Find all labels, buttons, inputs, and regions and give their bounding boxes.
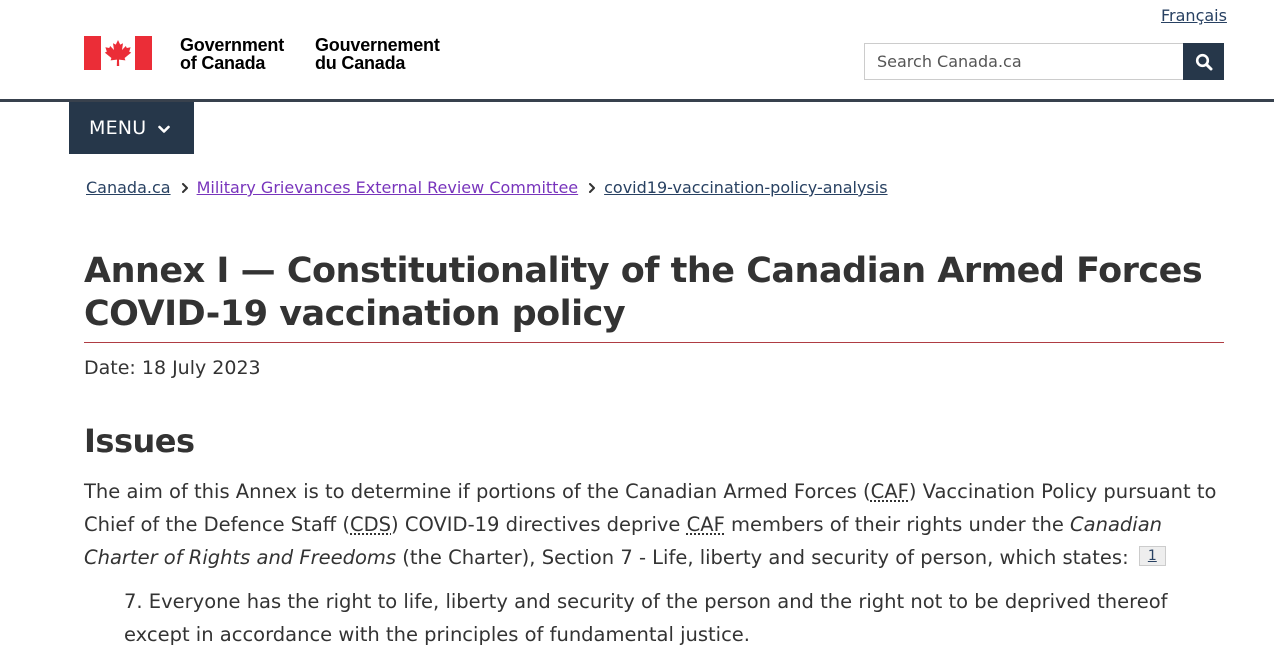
government-of-canada-signature[interactable]: Government of Canada Gouvernement du Can… [84, 36, 440, 72]
signature-en-line1: Government [180, 35, 285, 55]
charter-quote: 7. Everyone has the right to life, liber… [124, 590, 1168, 646]
breadcrumb-mgerc[interactable]: Military Grievances External Review Comm… [197, 178, 579, 197]
search-button[interactable] [1183, 43, 1224, 80]
breadcrumb-canada-ca[interactable]: Canada.ca [86, 178, 171, 197]
footnote-link[interactable]: 1 [1138, 546, 1166, 566]
abbreviation-caf: CAF [870, 480, 909, 503]
paragraph-text: The aim of this Annex is to determine if… [84, 480, 871, 503]
search-form [864, 43, 1224, 80]
language-toggle-link[interactable]: Français [1161, 6, 1227, 25]
abbreviation-cds: CDS [350, 513, 392, 536]
signature-fr-line1: Gouvernement [315, 35, 440, 55]
section-heading-issues: Issues [84, 422, 195, 460]
breadcrumb: Canada.ca Military Grievances External R… [86, 178, 888, 197]
search-input[interactable] [864, 43, 1183, 80]
signature-english: Government of Canada [180, 36, 310, 72]
paragraph-text: ) COVID-19 directives deprive [391, 513, 687, 536]
publication-date: Date: 18 July 2023 [84, 357, 261, 379]
menu-label: MENU [89, 117, 147, 139]
chevron-right-icon [181, 178, 191, 197]
canada-flag-icon [84, 36, 152, 70]
issues-paragraph: The aim of this Annex is to determine if… [84, 475, 1229, 574]
title-divider [84, 342, 1224, 343]
signature-french: Gouvernement du Canada [315, 36, 465, 72]
paragraph-text: (the Charter), Section 7 - Life, liberty… [396, 546, 1135, 569]
paragraph-text: members of their rights under the [724, 513, 1071, 536]
signature-fr-line2: du Canada [315, 53, 406, 73]
search-icon [1195, 53, 1212, 70]
chevron-down-icon [158, 117, 171, 139]
signature-en-line2: of Canada [180, 53, 266, 73]
page-title: Annex I — Constitutionality of the Canad… [84, 251, 1203, 334]
breadcrumb-covid19-analysis[interactable]: covid19-vaccination-policy-analysis [604, 178, 887, 197]
chevron-right-icon [588, 178, 598, 197]
main-menu-button[interactable]: MENU [69, 102, 194, 154]
abbreviation-caf: CAF [686, 513, 725, 536]
